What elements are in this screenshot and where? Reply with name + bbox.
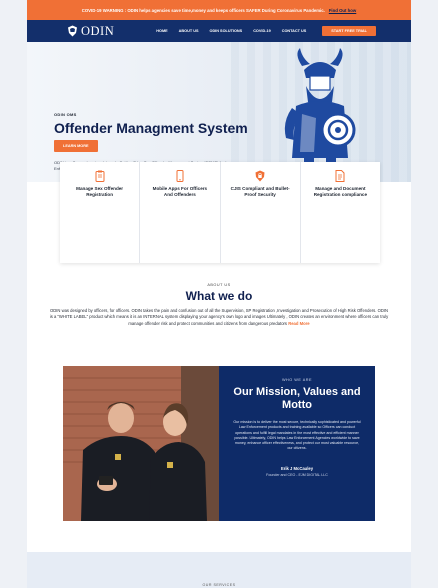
logo-text: ODIN (81, 23, 115, 38)
warning-text: COVID-19 WARNING : ODIN helps agencies s… (81, 7, 325, 13)
read-more-link[interactable]: Read More (288, 321, 309, 326)
learn-more-button[interactable]: LEARN MORE (54, 140, 98, 152)
services-tag: OUR SERVICES (202, 583, 236, 587)
feature-label: Manage Sex Offender Registration (76, 186, 124, 197)
start-free-trial-button[interactable]: START FREE TRIAL (322, 26, 376, 36)
founder-role: Founder and CEO - EJM DIGITAL LLC (266, 472, 328, 477)
viking-shield-icon (68, 25, 77, 37)
feature-label: Manage and Document Registration complia… (313, 186, 368, 197)
about-tag: ABOUT US (207, 283, 231, 287)
feature-card[interactable]: Mobile Apps For Officers And Offenders (140, 162, 221, 263)
about-text: ODIN was designed by officers, for offic… (49, 308, 389, 327)
hero-section: ODIN OMS Offender Managment System ODIN … (27, 42, 411, 182)
lock-shield-icon (255, 170, 265, 182)
about-title: What we do (185, 289, 253, 303)
officers-photo (63, 366, 219, 521)
features-row: Manage Sex Offender Registration Mobile … (60, 162, 380, 263)
officers-photo-graphic (63, 366, 219, 521)
feature-card[interactable]: Manage Sex Offender Registration (60, 162, 141, 263)
nav-item-about[interactable]: ABOUT US (179, 29, 199, 33)
nav-item-home[interactable]: HOME (156, 29, 167, 33)
hero-title: Offender Managment System (54, 120, 248, 136)
clipboard-icon (95, 170, 105, 182)
feature-label: Mobile Apps For Officers And Offenders (152, 186, 208, 197)
feature-label: CJIS Compliant and Bullet-Proof Security (230, 186, 290, 197)
mission-tag: WHO WE ARE (281, 378, 313, 382)
page: COVID-19 WARNING : ODIN helps agencies s… (27, 0, 411, 588)
mission-section: WHO WE ARE Our Mission, Values and Motto… (63, 366, 375, 521)
viking-mascot-icon (284, 48, 356, 166)
mobile-icon (176, 170, 184, 182)
founder-name: Erik J McCauley (280, 465, 314, 471)
covid-warning-bar: COVID-19 WARNING : ODIN helps agencies s… (27, 0, 411, 20)
about-paragraph: ODIN was designed by officers, for offic… (49, 308, 389, 326)
nav-item-solutions[interactable]: ODIN SOLUTIONS (209, 29, 242, 33)
hero-tag: ODIN OMS (54, 112, 77, 117)
nav-item-covid[interactable]: COVID-19 (253, 29, 271, 33)
feature-card[interactable]: Manage and Document Registration complia… (301, 162, 380, 263)
feature-card[interactable]: CJIS Compliant and Bullet-Proof Security (221, 162, 301, 263)
document-icon (335, 170, 345, 182)
find-out-how-link[interactable]: Find Out how (329, 8, 356, 13)
nav-item-contact[interactable]: CONTACT US (282, 29, 307, 33)
odin-logo[interactable]: ODIN (67, 24, 114, 39)
main-menu: HOME ABOUT US ODIN SOLUTIONS COVID-19 CO… (156, 29, 306, 33)
top-nav: ODIN HOME ABOUT US ODIN SOLUTIONS COVID-… (27, 20, 411, 42)
mission-panel: WHO WE ARE Our Mission, Values and Motto… (219, 366, 375, 521)
mission-text: Our mission is to deliver the most secur… (233, 420, 361, 451)
mission-title: Our Mission, Values and Motto (233, 386, 361, 411)
